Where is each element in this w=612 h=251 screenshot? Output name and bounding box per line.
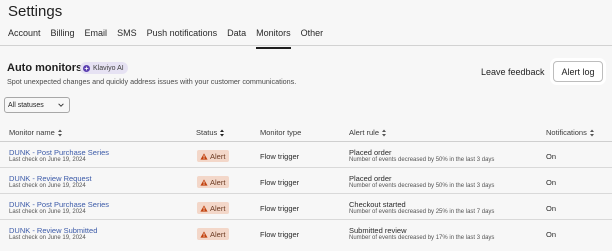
last-check-text: Last check on June 19, 2024 bbox=[9, 183, 86, 189]
table-header: Monitor name Status Monitor type Alert r… bbox=[0, 128, 612, 142]
last-check-text: Last check on June 19, 2024 bbox=[9, 235, 86, 241]
alert-rule-description: Number of events decreased by 17% in the… bbox=[349, 235, 495, 241]
alert-rule-description: Number of events decreased by 25% in the… bbox=[349, 209, 495, 215]
table-row[interactable]: DUNK - Post Purchase Series Last check o… bbox=[0, 194, 612, 220]
sparkle-icon bbox=[83, 64, 90, 72]
column-notifications-label: Notifications bbox=[546, 128, 587, 137]
monitor-name-link[interactable]: DUNK - Review Submitted bbox=[9, 226, 97, 235]
status-badge: Alert bbox=[197, 228, 230, 240]
column-notifications[interactable]: Notifications bbox=[546, 128, 595, 137]
monitor-type-text: Flow trigger bbox=[260, 204, 300, 213]
column-monitor-type-label: Monitor type bbox=[260, 128, 302, 137]
status-badge-label: Alert bbox=[210, 151, 226, 161]
sort-desc-icon bbox=[220, 129, 225, 136]
section-subtitle: Spot unexpected changes and quickly addr… bbox=[7, 77, 297, 86]
status-badge: Alert bbox=[197, 202, 230, 214]
column-alert-rule-label: Alert rule bbox=[349, 128, 380, 137]
tabs-divider bbox=[0, 45, 612, 46]
status-badge: Alert bbox=[197, 176, 230, 188]
page-title: Settings bbox=[8, 3, 63, 20]
settings-page: Settings Account Billing Email SMS Push … bbox=[0, 0, 612, 251]
notifications-status: On bbox=[546, 230, 557, 239]
column-monitor-type: Monitor type bbox=[260, 128, 301, 137]
last-check-text: Last check on June 19, 2024 bbox=[9, 157, 86, 163]
monitor-type-text: Flow trigger bbox=[260, 178, 300, 187]
last-check-text: Last check on June 19, 2024 bbox=[9, 209, 86, 215]
alert-rule-title: Submitted review bbox=[349, 226, 407, 235]
status-badge-label: Alert bbox=[210, 229, 226, 239]
alert-rule-title: Checkout started bbox=[349, 200, 406, 209]
notifications-status: On bbox=[546, 152, 557, 161]
column-alert-rule[interactable]: Alert rule bbox=[349, 128, 387, 137]
notifications-status: On bbox=[546, 178, 557, 187]
leave-feedback-link[interactable]: Leave feedback bbox=[481, 67, 545, 77]
status-filter-value: All statuses bbox=[8, 101, 44, 109]
table-row[interactable]: DUNK - Review Request Last check on June… bbox=[0, 168, 612, 194]
chevron-down-icon bbox=[58, 103, 64, 107]
column-status-label: Status bbox=[196, 128, 218, 137]
alert-rule-title: Placed order bbox=[349, 148, 392, 157]
warning-icon bbox=[200, 152, 208, 160]
warning-icon bbox=[200, 178, 208, 186]
monitor-name-link[interactable]: DUNK - Post Purchase Series bbox=[9, 200, 109, 209]
alert-log-button[interactable]: Alert log bbox=[553, 61, 603, 82]
monitor-name-link[interactable]: DUNK - Review Request bbox=[9, 174, 92, 183]
table-row[interactable]: DUNK - Post Purchase Series Last check o… bbox=[0, 142, 612, 168]
sort-icon bbox=[589, 129, 594, 136]
notifications-status: On bbox=[546, 204, 557, 213]
klaviyo-ai-badge: Klaviyo AI bbox=[80, 62, 128, 74]
sort-icon bbox=[57, 129, 62, 136]
sort-icon bbox=[382, 129, 387, 136]
status-badge: Alert bbox=[197, 150, 230, 162]
column-monitor-name[interactable]: Monitor name bbox=[9, 128, 63, 137]
monitor-type-text: Flow trigger bbox=[260, 152, 300, 161]
status-badge-label: Alert bbox=[210, 177, 226, 187]
warning-icon bbox=[200, 230, 208, 238]
klaviyo-ai-label: Klaviyo AI bbox=[93, 64, 124, 72]
alert-rule-title: Placed order bbox=[349, 174, 392, 183]
status-badge-label: Alert bbox=[210, 203, 226, 213]
monitor-type-text: Flow trigger bbox=[260, 230, 300, 239]
section-title: Auto monitors bbox=[7, 62, 83, 74]
warning-icon bbox=[200, 204, 208, 212]
alert-rule-description: Number of events decreased by 50% in the… bbox=[349, 183, 495, 189]
column-monitor-name-label: Monitor name bbox=[9, 128, 55, 137]
table-row[interactable]: DUNK - Review Submitted Last check on Ju… bbox=[0, 220, 612, 246]
status-filter-select[interactable]: All statuses bbox=[4, 97, 70, 113]
monitor-name-link[interactable]: DUNK - Post Purchase Series bbox=[9, 148, 109, 157]
column-status[interactable]: Status bbox=[196, 128, 225, 137]
alert-rule-description: Number of events decreased by 50% in the… bbox=[349, 157, 495, 163]
